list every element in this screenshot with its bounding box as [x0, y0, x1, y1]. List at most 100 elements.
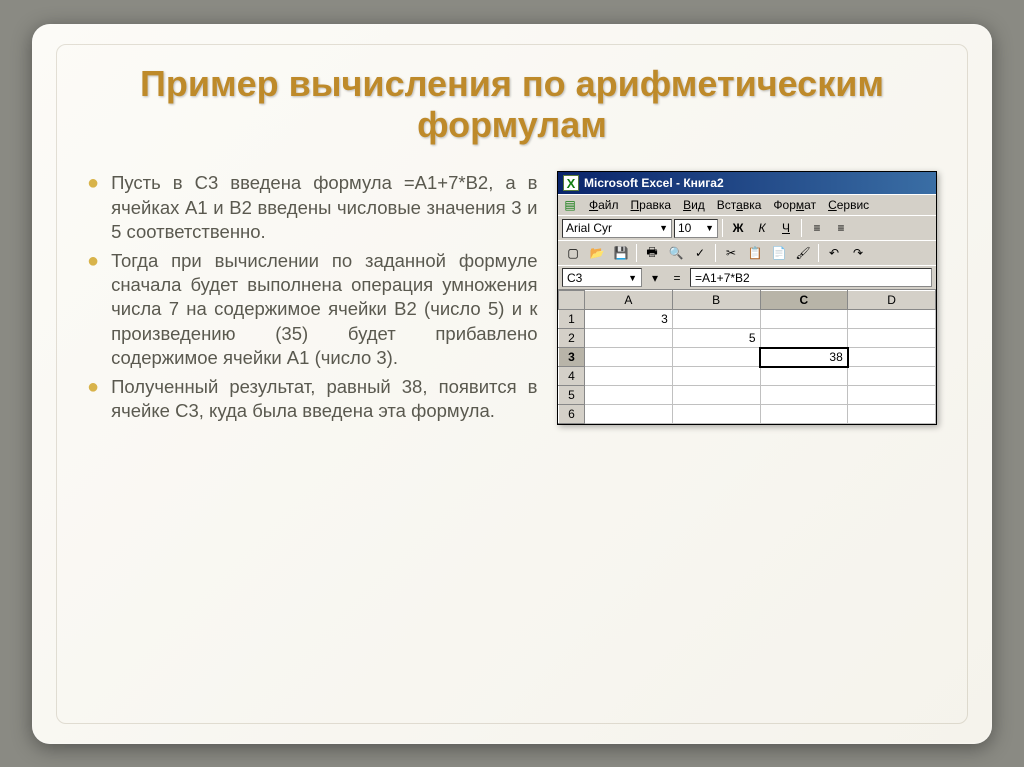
- cell-c5[interactable]: [760, 386, 848, 405]
- window-title: Microsoft Excel - Книга2: [584, 176, 724, 190]
- cell-b6[interactable]: [672, 405, 760, 424]
- save-button[interactable]: 💾: [610, 243, 632, 263]
- cell-b3[interactable]: [672, 348, 760, 367]
- align-left-button[interactable]: ≡: [806, 218, 828, 238]
- paste-button[interactable]: 📄: [768, 243, 790, 263]
- bullet-text: Тогда при вычислении по заданной формуле…: [111, 249, 537, 371]
- bullet-text: Пусть в C3 введена формула =A1+7*B2, а в…: [111, 171, 537, 244]
- cut-button[interactable]: ✂: [720, 243, 742, 263]
- row-header-4[interactable]: 4: [559, 367, 585, 386]
- bullet-item: ● Полученный результат, равный 38, появи…: [87, 375, 538, 424]
- cell-b4[interactable]: [672, 367, 760, 386]
- cell-a4[interactable]: [585, 367, 673, 386]
- underline-button[interactable]: Ч: [775, 218, 797, 238]
- bullet-icon: ●: [87, 375, 99, 424]
- col-header-c[interactable]: C: [760, 291, 848, 310]
- row-header-3[interactable]: 3: [559, 348, 585, 367]
- undo-button[interactable]: ↶: [823, 243, 845, 263]
- cell-b5[interactable]: [672, 386, 760, 405]
- bullet-text: Полученный результат, равный 38, появитс…: [111, 375, 537, 424]
- font-size-combo[interactable]: 10 ▼: [674, 219, 718, 238]
- formula-bar: C3 ▼ ▾ = =A1+7*B2: [558, 265, 936, 289]
- align-center-button[interactable]: ≡: [830, 218, 852, 238]
- cell-a2[interactable]: [585, 329, 673, 348]
- row-header-6[interactable]: 6: [559, 405, 585, 424]
- menu-service[interactable]: Сервис: [823, 197, 874, 213]
- menu-insert[interactable]: Вставка: [712, 197, 767, 213]
- spreadsheet-grid: A B C D 1 3: [558, 289, 936, 424]
- cell-d4[interactable]: [848, 367, 936, 386]
- open-button[interactable]: 📂: [586, 243, 608, 263]
- name-box[interactable]: C3 ▼: [562, 268, 642, 287]
- cell-b2[interactable]: 5: [672, 329, 760, 348]
- cell-c3-active[interactable]: 38: [760, 348, 848, 367]
- titlebar: X Microsoft Excel - Книга2: [558, 172, 936, 194]
- excel-app-icon: X: [563, 175, 579, 191]
- content-row: ● Пусть в C3 введена формула =A1+7*B2, а…: [87, 171, 937, 427]
- cell-d2[interactable]: [848, 329, 936, 348]
- font-name-value: Arial Cyr: [566, 221, 612, 235]
- bullet-list: ● Пусть в C3 введена формула =A1+7*B2, а…: [87, 171, 538, 427]
- col-header-d[interactable]: D: [848, 291, 936, 310]
- dropdown-arrow-icon: ▼: [656, 223, 668, 233]
- formula-input[interactable]: =A1+7*B2: [690, 268, 932, 287]
- font-name-combo[interactable]: Arial Cyr ▼: [562, 219, 672, 238]
- separator: [818, 244, 819, 262]
- cell-a3[interactable]: [585, 348, 673, 367]
- equals-label: =: [668, 271, 686, 285]
- menu-view[interactable]: Вид: [678, 197, 710, 213]
- cell-d1[interactable]: [848, 310, 936, 329]
- separator: [801, 219, 802, 237]
- separator: [715, 244, 716, 262]
- cell-d5[interactable]: [848, 386, 936, 405]
- standard-toolbar: ▢ 📂 💾 🖶 🔍 ✓ ✂ 📋 📄 🖌 ↶: [558, 240, 936, 265]
- slide: Пример вычисления по арифметическим форм…: [32, 24, 992, 744]
- col-header-a[interactable]: A: [585, 291, 673, 310]
- dropdown-arrow-icon: ▼: [628, 273, 637, 283]
- excel-doc-icon: ▤: [562, 198, 578, 212]
- print-button[interactable]: 🖶: [641, 243, 663, 263]
- screenshot-area: X Microsoft Excel - Книга2 ▤ Файл Правка…: [556, 171, 938, 427]
- cell-d6[interactable]: [848, 405, 936, 424]
- spell-button[interactable]: ✓: [689, 243, 711, 263]
- row-header-5[interactable]: 5: [559, 386, 585, 405]
- bold-button[interactable]: Ж: [727, 218, 749, 238]
- format-toolbar: Arial Cyr ▼ 10 ▼ Ж К Ч ≡ ≡: [558, 215, 936, 240]
- col-header-b[interactable]: B: [672, 291, 760, 310]
- bullet-item: ● Пусть в C3 введена формула =A1+7*B2, а…: [87, 171, 538, 244]
- separator: [636, 244, 637, 262]
- row-header-2[interactable]: 2: [559, 329, 585, 348]
- preview-button[interactable]: 🔍: [665, 243, 687, 263]
- menu-edit[interactable]: Правка: [626, 197, 677, 213]
- formula-value: =A1+7*B2: [695, 271, 750, 285]
- italic-button[interactable]: К: [751, 218, 773, 238]
- slide-title: Пример вычисления по арифметическим форм…: [87, 63, 937, 146]
- fx-dropdown[interactable]: ▾: [646, 269, 664, 287]
- dropdown-arrow-icon: ▼: [702, 223, 714, 233]
- select-all-corner[interactable]: [559, 291, 585, 310]
- menubar: ▤ Файл Правка Вид Вставка Формат Сервис: [558, 194, 936, 215]
- cell-d3[interactable]: [848, 348, 936, 367]
- cell-a6[interactable]: [585, 405, 673, 424]
- cell-a1[interactable]: 3: [585, 310, 673, 329]
- redo-button[interactable]: ↷: [847, 243, 869, 263]
- excel-window: X Microsoft Excel - Книга2 ▤ Файл Правка…: [557, 171, 937, 425]
- new-doc-button[interactable]: ▢: [562, 243, 584, 263]
- font-size-value: 10: [678, 221, 691, 235]
- menu-format[interactable]: Формат: [768, 197, 821, 213]
- bullet-icon: ●: [87, 249, 99, 371]
- copy-button[interactable]: 📋: [744, 243, 766, 263]
- name-box-value: C3: [567, 271, 582, 285]
- cell-c6[interactable]: [760, 405, 848, 424]
- cell-b1[interactable]: [672, 310, 760, 329]
- bullet-item: ● Тогда при вычислении по заданной форму…: [87, 249, 538, 371]
- format-painter-button[interactable]: 🖌: [792, 243, 814, 263]
- cell-c4[interactable]: [760, 367, 848, 386]
- cell-c2[interactable]: [760, 329, 848, 348]
- menu-file[interactable]: Файл: [584, 197, 624, 213]
- cell-c1[interactable]: [760, 310, 848, 329]
- cell-a5[interactable]: [585, 386, 673, 405]
- separator: [722, 219, 723, 237]
- bullet-icon: ●: [87, 171, 99, 244]
- row-header-1[interactable]: 1: [559, 310, 585, 329]
